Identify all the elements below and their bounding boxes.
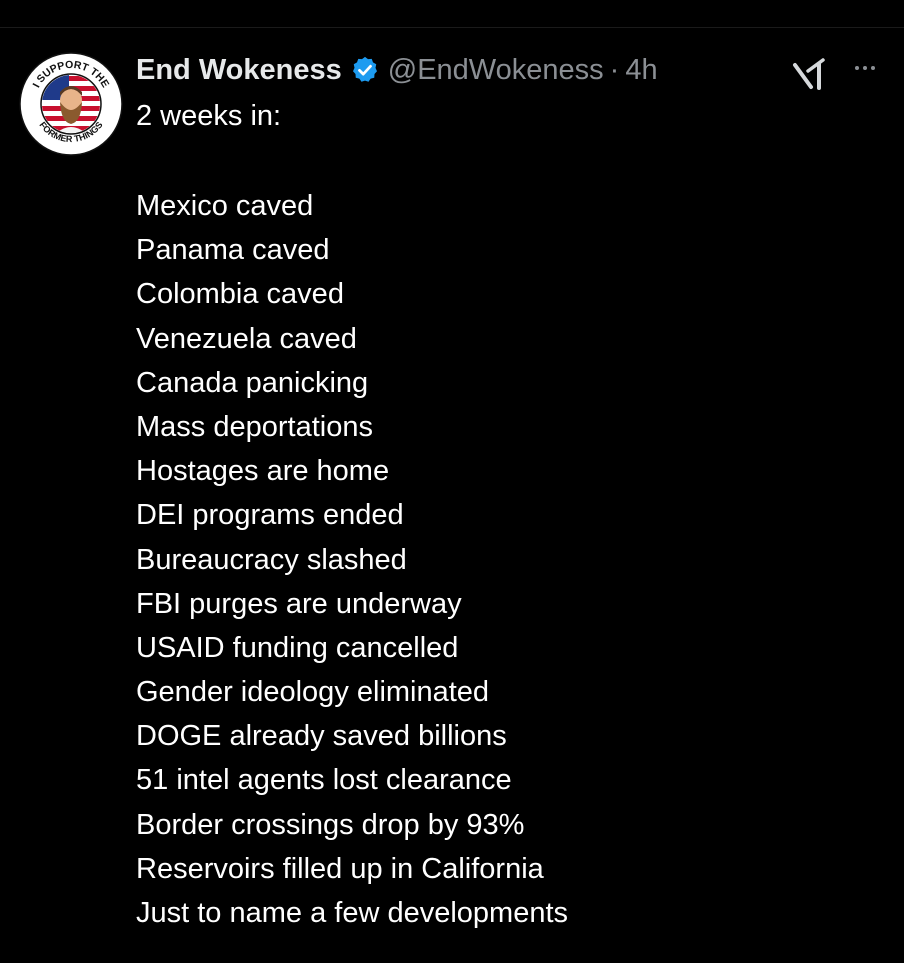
display-name[interactable]: End Wokeness — [136, 54, 342, 87]
tweet-intro: 2 weeks in: — [136, 100, 282, 132]
tweet-line: 51 intel agents lost clearance — [136, 764, 512, 797]
tweet-line: Venezuela caved — [136, 322, 357, 355]
tweet-line: Mexico caved — [136, 190, 314, 222]
tweet-line: USAID funding cancelled — [136, 631, 459, 664]
verified-badge-icon — [350, 55, 380, 85]
tweet-line: Mass deportations — [136, 410, 373, 443]
tweet-line: DEI programs ended — [136, 499, 404, 532]
separator-dot: · — [609, 53, 620, 86]
top-divider — [0, 27, 904, 28]
tweet-body: Mexico caved Panama caved Colombia caved… — [136, 184, 568, 935]
timestamp[interactable]: 4h — [625, 54, 657, 87]
tweet-line: Reservoirs filled up in California — [136, 852, 544, 885]
tweet-header: End Wokeness @EndWokeness · 4h — [136, 50, 658, 90]
tweet-line: Canada panicking — [136, 366, 369, 399]
handle[interactable]: @EndWokeness — [388, 54, 604, 87]
more-options-icon[interactable] — [848, 56, 882, 80]
tweet-line: DOGE already saved billions — [136, 720, 507, 753]
tweet-line: FBI purges are underway — [136, 587, 462, 620]
tweet-line: Border crossings drop by 93% — [136, 808, 525, 841]
tweet-line: Gender ideology eliminated — [136, 676, 490, 709]
tweet-line: Bureaucracy slashed — [136, 543, 407, 576]
tweet-line: Hostages are home — [136, 455, 390, 488]
tweet-line: Panama caved — [136, 234, 330, 267]
grok-icon[interactable] — [792, 56, 832, 92]
tweet-line: Colombia caved — [136, 278, 344, 311]
avatar[interactable]: I SUPPORT THE FORMER THINGS — [19, 52, 123, 156]
tweet-line: Just to name a few developments — [136, 897, 569, 929]
